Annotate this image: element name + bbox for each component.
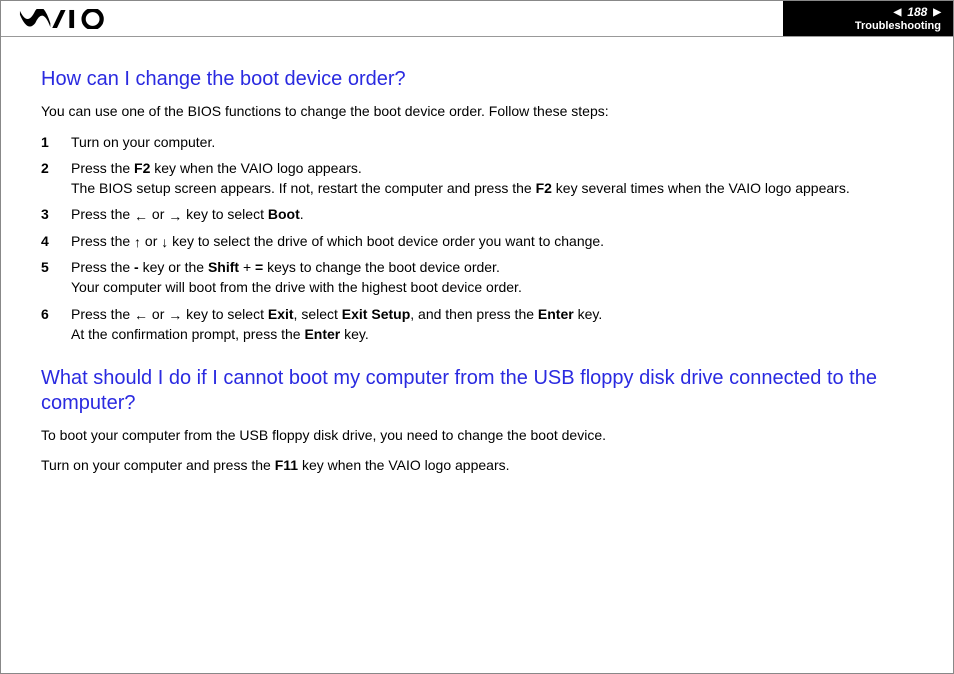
section2-p1: To boot your computer from the USB flopp… [41, 426, 913, 446]
section2-p2: Turn on your computer and press the F11 … [41, 456, 913, 476]
step-3: Press the ← or → key to select Boot. [41, 204, 913, 224]
vaio-logo [1, 1, 131, 36]
step-5: Press the - key or the Shift + = keys to… [41, 257, 913, 298]
page-number: 188 [907, 5, 927, 19]
arrow-left-icon: ← [134, 209, 148, 223]
vaio-logo-svg [19, 9, 114, 29]
arrow-up-icon: ↑ [134, 235, 141, 249]
step-4: Press the ↑ or ↓ key to select the drive… [41, 231, 913, 251]
nav-next-icon[interactable]: ▶ [933, 7, 941, 18]
section1-intro: You can use one of the BIOS functions to… [41, 102, 913, 122]
section1-steps: Turn on your computer. Press the F2 key … [41, 132, 913, 345]
header-right: ◀ 188 ▶ Troubleshooting [783, 1, 953, 36]
step-2: Press the F2 key when the VAIO logo appe… [41, 158, 913, 199]
section1-heading: How can I change the boot device order? [41, 67, 913, 92]
arrow-left-icon: ← [134, 308, 148, 322]
breadcrumb: Troubleshooting [855, 20, 941, 32]
header-spacer [131, 1, 783, 36]
nav-prev-icon[interactable]: ◀ [894, 7, 902, 18]
arrow-right-icon: → [168, 209, 182, 223]
section2-heading: What should I do if I cannot boot my com… [41, 366, 913, 416]
page-nav: ◀ 188 ▶ [894, 5, 941, 19]
page-header: ◀ 188 ▶ Troubleshooting [1, 1, 953, 37]
step-6: Press the ← or → key to select Exit, sel… [41, 304, 913, 345]
page-content: How can I change the boot device order? … [1, 37, 953, 505]
step-1: Turn on your computer. [41, 132, 913, 152]
arrow-right-icon: → [168, 308, 182, 322]
